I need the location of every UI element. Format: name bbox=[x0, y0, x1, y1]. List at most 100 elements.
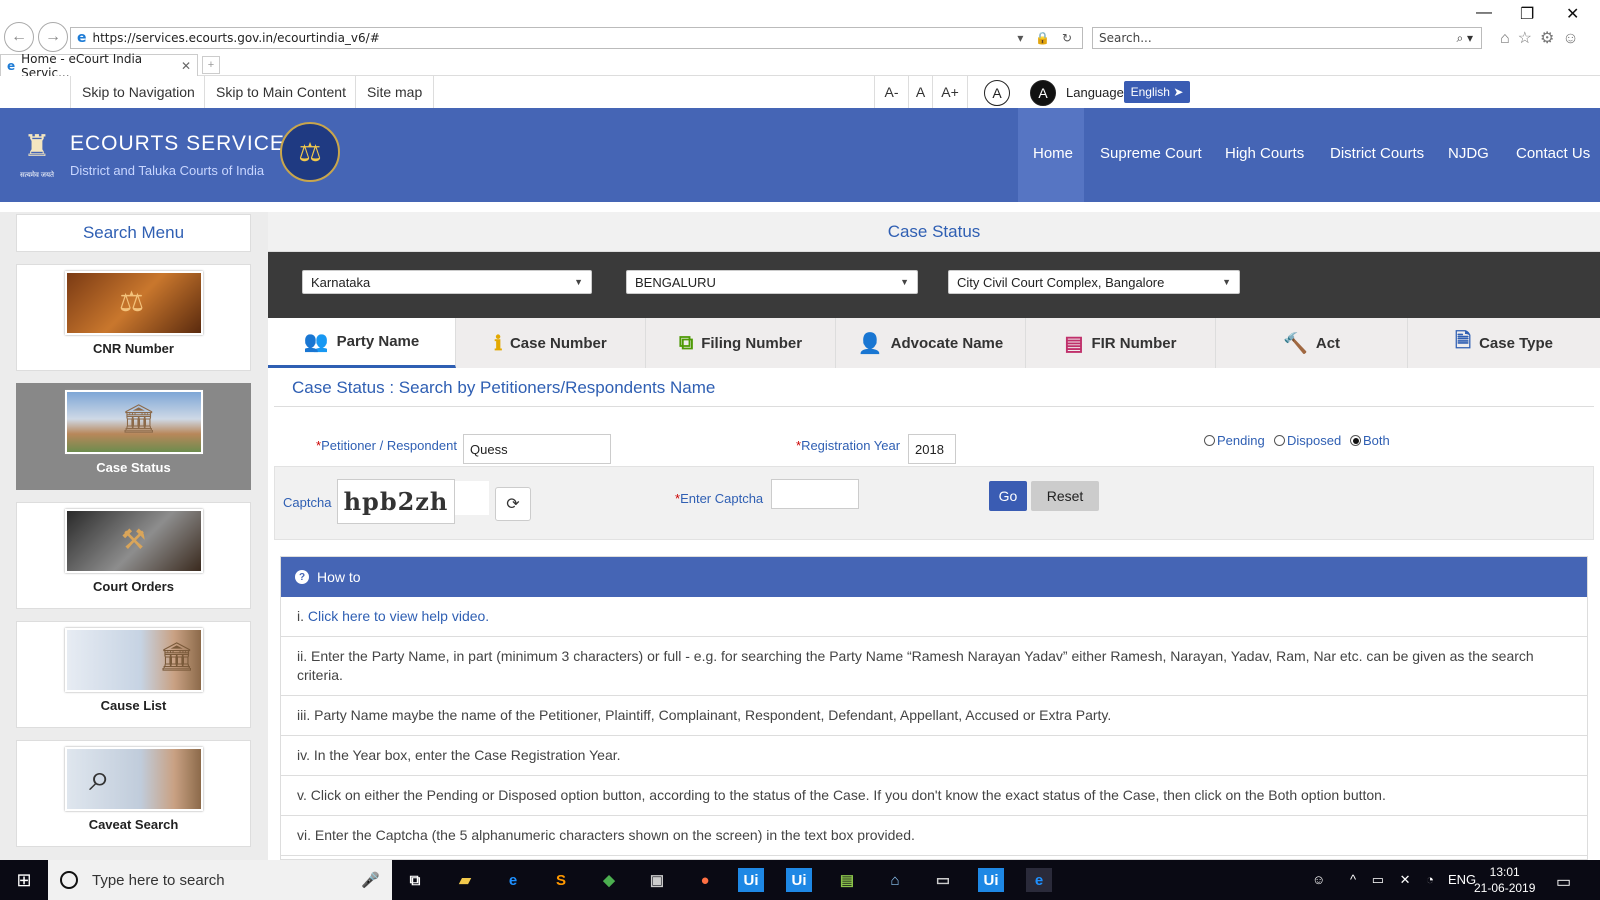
browser-tab[interactable]: e Home - eCourt India Servic... ✕ bbox=[0, 52, 198, 80]
tab-case-number[interactable]: ℹ Case Number bbox=[456, 318, 646, 368]
captcha-image: hpb2zh bbox=[337, 479, 455, 524]
captcha-input[interactable] bbox=[771, 479, 859, 509]
tab-filing-number[interactable]: ⧉ Filing Number bbox=[646, 318, 836, 368]
document-list-icon: 🏛 bbox=[65, 628, 203, 692]
terminal-icon[interactable]: ▭ bbox=[930, 868, 956, 892]
petitioner-label: *Petitioner / Respondent bbox=[316, 438, 457, 453]
skip-to-navigation-link[interactable]: Skip to Navigation bbox=[70, 76, 206, 108]
network-app-icon[interactable]: ⌂ bbox=[882, 868, 908, 892]
uipath-orchestrator-icon[interactable]: Ui bbox=[978, 868, 1004, 892]
registration-year-input[interactable]: 2018 bbox=[908, 434, 956, 464]
scales-icon: ⚖ bbox=[65, 271, 203, 335]
firefox-icon[interactable]: ● bbox=[692, 868, 718, 892]
uipath-robot-icon[interactable]: Ui bbox=[786, 868, 812, 892]
clipboard-app-icon[interactable]: ▣ bbox=[644, 868, 670, 892]
nav-contact-us[interactable]: Contact Us bbox=[1516, 145, 1590, 162]
gavel-icon: ⚒ bbox=[65, 509, 203, 573]
input-language[interactable]: ENG bbox=[1448, 872, 1476, 887]
document-icon: 🗎 bbox=[1454, 330, 1472, 352]
language-select[interactable]: English ➤ bbox=[1124, 81, 1190, 103]
notification-icon[interactable]: ▭ bbox=[1556, 872, 1571, 892]
tab-party-name[interactable]: 👥 Party Name bbox=[268, 318, 456, 368]
tab-fir-number[interactable]: ▤ FIR Number bbox=[1026, 318, 1216, 368]
skip-to-main-link[interactable]: Skip to Main Content bbox=[204, 76, 357, 108]
how-to-line-5: v. Click on either the Pending or Dispos… bbox=[281, 776, 1587, 816]
go-button[interactable]: Go bbox=[989, 481, 1027, 511]
task-view-icon[interactable]: ⧉ bbox=[402, 868, 428, 892]
petitioner-input[interactable]: Quess bbox=[463, 434, 611, 464]
reset-button[interactable]: Reset bbox=[1031, 481, 1099, 511]
help-video-link[interactable]: Click here to view help video. bbox=[308, 608, 489, 624]
district-select[interactable]: BENGALURU ▼ bbox=[626, 270, 918, 294]
nav-supreme-court[interactable]: Supreme Court bbox=[1100, 145, 1202, 162]
internet-explorer-icon[interactable]: e bbox=[1026, 868, 1052, 892]
radio-disposed[interactable]: Disposed bbox=[1274, 433, 1341, 448]
sidebar-item-cause-list[interactable]: 🏛 Cause List bbox=[16, 621, 251, 728]
sidebar-item-caveat-search[interactable]: ⌕ Caveat Search bbox=[16, 740, 251, 847]
how-to-line-6: vi. Enter the Captcha (the 5 alphanumeri… bbox=[281, 816, 1587, 856]
people-icon: 👥 bbox=[303, 331, 329, 353]
site-title[interactable]: ECOURTS SERVICES bbox=[70, 132, 300, 156]
nav-njdg[interactable]: NJDG bbox=[1448, 145, 1489, 162]
captcha-row: Captcha hpb2zh ⟳ *Enter Captcha Go Reset bbox=[274, 466, 1594, 540]
browser-search-input[interactable]: Search... ⌕ ▾ bbox=[1092, 27, 1482, 49]
font-normal-button[interactable]: A bbox=[908, 76, 932, 108]
main-content: Case Status Karnataka ▼ BENGALURU ▼ City C… bbox=[268, 212, 1600, 860]
restore-icon[interactable]: ❐ bbox=[1520, 4, 1534, 24]
ie-logo-icon: e bbox=[77, 30, 87, 46]
sidebar-item-case-status[interactable]: 🏛 Case Status bbox=[16, 383, 251, 490]
court-complex-select[interactable]: City Civil Court Complex, Bangalore ▼ bbox=[948, 270, 1240, 294]
nav-district-courts[interactable]: District Courts bbox=[1330, 145, 1424, 162]
tab-case-type[interactable]: 🗎 Case Type bbox=[1408, 318, 1600, 368]
dark-contrast-button[interactable]: A bbox=[1030, 80, 1056, 106]
tab-close-icon[interactable]: ✕ bbox=[181, 59, 191, 73]
font-increase-button[interactable]: A+ bbox=[932, 76, 968, 108]
gavel-icon: 🔨 bbox=[1282, 332, 1308, 355]
cortana-icon bbox=[60, 871, 78, 889]
notepad-icon[interactable]: ▤ bbox=[834, 868, 860, 892]
sublime-icon[interactable]: S bbox=[548, 868, 574, 892]
search-menu-title: Search Menu bbox=[16, 214, 251, 252]
minimize-icon[interactable]: — bbox=[1476, 4, 1492, 22]
search-icon[interactable]: ⌕ ▾ bbox=[1456, 31, 1473, 46]
dropdown-arrow-icon: ▼ bbox=[900, 277, 909, 287]
radio-checked-icon bbox=[1350, 435, 1361, 446]
nav-high-courts[interactable]: High Courts bbox=[1225, 145, 1304, 162]
how-to-line-3: iii. Party Name maybe the name of the Pe… bbox=[281, 696, 1587, 736]
sidebar-item-court-orders[interactable]: ⚒ Court Orders bbox=[16, 502, 251, 609]
tab-act[interactable]: 🔨 Act bbox=[1216, 318, 1408, 368]
uipath-studio-icon[interactable]: Ui bbox=[738, 868, 764, 892]
enter-captcha-label: *Enter Captcha bbox=[675, 491, 764, 506]
windows-start-icon[interactable]: ⊞ bbox=[0, 860, 48, 900]
taskbar-search-input[interactable]: Type here to search 🎤 bbox=[48, 860, 392, 900]
radio-both[interactable]: Both bbox=[1350, 433, 1390, 448]
site-header: ♜ सत्यमेव जयते ECOURTS SERVICES District … bbox=[0, 108, 1600, 202]
page-title: Case Status bbox=[268, 212, 1600, 252]
new-tab-button[interactable]: + bbox=[202, 56, 220, 74]
people-tray-icon[interactable]: ☺ bbox=[1312, 872, 1325, 887]
edge-icon[interactable]: e bbox=[500, 868, 526, 892]
refresh-captcha-icon[interactable]: ⟳ bbox=[495, 487, 531, 521]
close-window-icon[interactable]: ✕ bbox=[1566, 4, 1579, 24]
file-explorer-icon[interactable]: ▰ bbox=[452, 868, 478, 892]
back-icon[interactable]: ← bbox=[4, 22, 34, 52]
toolbar-icons[interactable]: ⌂☆⚙☺ bbox=[1500, 28, 1587, 48]
tab-advocate-name[interactable]: 👤 Advocate Name bbox=[836, 318, 1026, 368]
microphone-icon[interactable]: 🎤 bbox=[361, 871, 380, 889]
address-bar[interactable]: e https://services.ecourts.gov.in/ecourt… bbox=[70, 27, 1083, 49]
radio-pending[interactable]: Pending bbox=[1204, 433, 1265, 448]
state-select[interactable]: Karnataka ▼ bbox=[302, 270, 592, 294]
clock[interactable]: 13:01 21-06-2019 bbox=[1474, 864, 1535, 896]
sidebar-item-cnr-number[interactable]: ⚖ CNR Number bbox=[16, 264, 251, 371]
system-tray-icons[interactable]: ^ ▭ ✕ ◔ bbox=[1350, 872, 1440, 888]
court-building-icon: 🏛 bbox=[65, 390, 203, 454]
forward-icon[interactable]: → bbox=[38, 22, 68, 52]
site-subtitle: District and Taluka Courts of India bbox=[70, 163, 265, 178]
git-icon[interactable]: ◆ bbox=[596, 868, 622, 892]
site-map-link[interactable]: Site map bbox=[355, 76, 435, 108]
font-decrease-button[interactable]: A- bbox=[874, 76, 908, 108]
search-menu-sidebar: Search Menu ⚖ CNR Number 🏛 Case Status ⚒… bbox=[0, 212, 268, 860]
nav-home[interactable]: Home bbox=[1033, 145, 1073, 162]
address-controls-icon[interactable]: ▾ 🔒 ↻ bbox=[1017, 31, 1076, 45]
light-contrast-button[interactable]: A bbox=[984, 80, 1010, 106]
